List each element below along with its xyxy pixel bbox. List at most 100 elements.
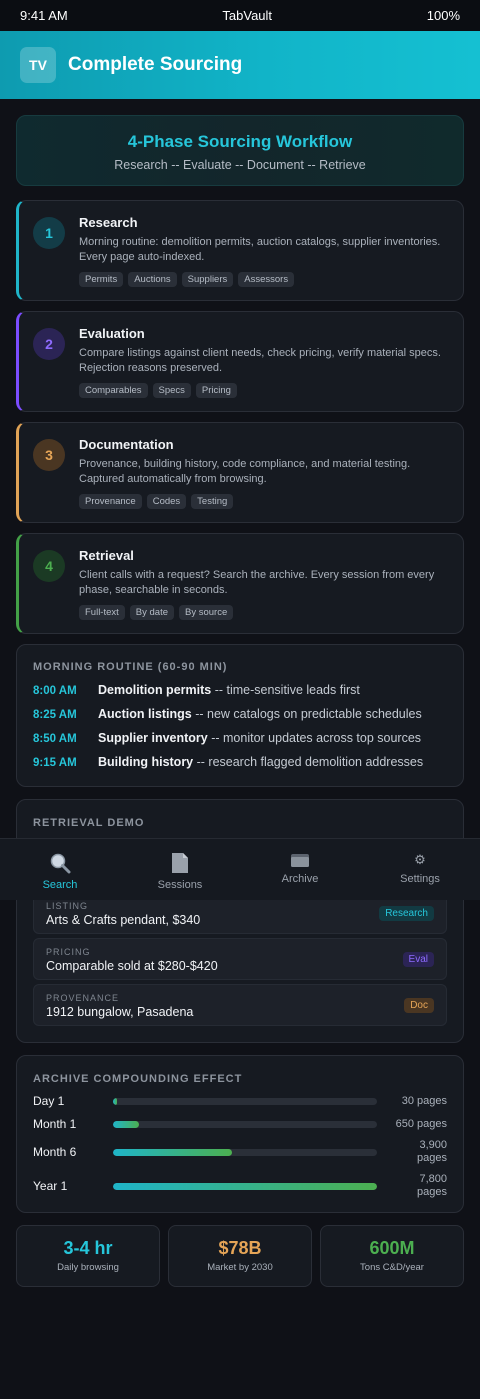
retrieval-demo-card: RETRIEVAL DEMO LISTING Arts & Crafts pen… [16, 799, 464, 1043]
tag: Provenance [79, 494, 142, 509]
growth-bar-track [113, 1148, 377, 1156]
tag: Suppliers [181, 272, 234, 287]
phase-badge: Doc [404, 998, 434, 1013]
section-label: ARCHIVE COMPOUNDING EFFECT [33, 1073, 243, 1085]
growth-bar-track [113, 1097, 377, 1105]
routine-time: 8:50 AM [33, 733, 77, 745]
status-app-name: TabVault [222, 8, 273, 23]
stat-label: Tons C&D/year [360, 1262, 424, 1273]
phase-card-research[interactable]: 1 Research Morning routine: demolition p… [16, 200, 464, 301]
stat-value: 600M [369, 1238, 415, 1258]
tag: Testing [191, 494, 234, 509]
growth-row: Month 1 650 pages [33, 1116, 447, 1132]
hero-title: 4-Phase Sourcing Workflow [127, 132, 353, 151]
tab-label: Sessions [157, 879, 203, 891]
phase-number: 1 [33, 217, 65, 249]
routine-time: 8:00 AM [33, 685, 77, 697]
growth-value: 650 pages [395, 1117, 447, 1130]
tag: Codes [146, 494, 187, 509]
demo-result-provenance[interactable]: PROVENANCE 1912 bungalow, Pasadena Doc [33, 984, 447, 1026]
morning-routine-card: MORNING ROUTINE (60-90 MIN) 8:00 AM Demo… [16, 644, 464, 787]
phase-card-evaluation[interactable]: 2 Evaluation Compare listings against cl… [16, 311, 464, 412]
phase-badge: Eval [402, 952, 434, 967]
growth-value: 7,800 pages [417, 1173, 447, 1198]
tab-search[interactable]: Search [0, 839, 120, 900]
growth-bar-fill [113, 1120, 140, 1128]
phase-title: Evaluation [79, 326, 145, 341]
result-label: PRICING [46, 947, 91, 957]
stat-value: 3-4 hr [63, 1238, 113, 1258]
phase-description: Morning routine: demolition permits, auc… [79, 236, 441, 263]
tag: By source [179, 605, 234, 620]
tab-label: Settings [400, 873, 440, 885]
tag: Full-text [79, 605, 125, 620]
routine-title: Demolition permits [98, 683, 212, 697]
tab-settings[interactable]: ⚙ Settings [360, 839, 480, 900]
phase-description: Client calls with a request? Search the … [79, 569, 435, 596]
phase-card-documentation[interactable]: 3 Documentation Provenance, building his… [16, 422, 464, 523]
routine-desc: -- new catalogs on predictable schedules [191, 707, 422, 721]
tag: Assessors [238, 272, 295, 287]
result-label: PROVENANCE [46, 993, 120, 1003]
stat-label: Daily browsing [57, 1262, 119, 1273]
tab-label: Archive [281, 873, 319, 885]
result-label: LISTING [46, 901, 89, 911]
tag-list: Provenance Codes Testing [79, 494, 447, 509]
phase-number: 4 [33, 550, 65, 582]
stats-row: 3-4 hr Daily browsing $78B Market by 203… [16, 1225, 464, 1287]
tag: Auctions [128, 272, 177, 287]
phase-description: Compare listings against client needs, c… [79, 347, 441, 374]
growth-label: Month 6 [33, 1145, 77, 1159]
tab-label: Search [42, 879, 78, 891]
growth-bar-fill [113, 1148, 232, 1156]
result-value: 1912 bungalow, Pasadena [46, 1005, 194, 1019]
growth-value: 3,900 pages [417, 1139, 447, 1164]
stat-card: 600M Tons C&D/year [320, 1225, 464, 1287]
demo-result-pricing[interactable]: PRICING Comparable sold at $280-$420 Eva… [33, 938, 447, 980]
routine-desc: -- monitor updates across top sources [207, 731, 422, 745]
growth-row: Year 1 7,800 pages [33, 1172, 447, 1200]
gear-icon: ⚙ [414, 852, 426, 867]
tag: Permits [79, 272, 124, 287]
tab-sessions[interactable]: Sessions [120, 839, 240, 900]
section-label: MORNING ROUTINE (60-90 MIN) [33, 661, 228, 673]
growth-bar-track [113, 1182, 377, 1190]
hero-subtitle: Research -- Evaluate -- Document -- Retr… [114, 158, 366, 172]
routine-time: 9:15 AM [33, 757, 77, 769]
routine-item: 8:25 AM Auction listings -- new catalogs… [33, 707, 447, 721]
growth-bar-fill [113, 1182, 377, 1190]
growth-bar-fill [113, 1097, 117, 1105]
phase-title: Documentation [79, 437, 174, 452]
bottom-tab-bar: Search Sessions Archive ⚙ Settings [0, 838, 480, 900]
document-icon [171, 851, 189, 875]
page-title: Complete Sourcing [68, 54, 243, 75]
stat-value: $78B [218, 1238, 262, 1258]
growth-label: Month 1 [33, 1117, 77, 1131]
phase-title: Retrieval [79, 548, 134, 563]
tag: Comparables [79, 383, 148, 398]
routine-title: Supplier inventory [98, 731, 208, 745]
phase-title: Research [79, 215, 138, 230]
phase-badge: Research [379, 906, 434, 921]
routine-title: Auction listings [98, 707, 192, 721]
phase-card-retrieval[interactable]: 4 Retrieval Client calls with a request?… [16, 533, 464, 634]
workflow-hero: 4-Phase Sourcing Workflow Research -- Ev… [16, 115, 464, 186]
tag: Specs [152, 383, 191, 398]
growth-row: Day 1 30 pages [33, 1093, 447, 1109]
routine-desc: -- time-sensitive leads first [211, 683, 360, 697]
routine-item: 9:15 AM Building history -- research fla… [33, 755, 447, 769]
routine-item: 8:50 AM Supplier inventory -- monitor up… [33, 731, 447, 745]
tag-list: Full-text By date By source [79, 605, 447, 620]
folder-icon [290, 851, 310, 869]
tab-archive[interactable]: Archive [240, 839, 360, 900]
growth-value: 30 pages [401, 1094, 447, 1107]
status-time: 9:41 AM [20, 8, 68, 23]
tag-list: Comparables Specs Pricing [79, 383, 447, 398]
tag: By date [129, 605, 175, 620]
phase-number: 3 [33, 439, 65, 471]
main-content: 4-Phase Sourcing Workflow Research -- Ev… [0, 99, 480, 1287]
status-battery: 100% [426, 8, 460, 23]
routine-item: 8:00 AM Demolition permits -- time-sensi… [33, 683, 447, 697]
routine-title: Building history [98, 755, 194, 769]
stat-card: $78B Market by 2030 [168, 1225, 312, 1287]
